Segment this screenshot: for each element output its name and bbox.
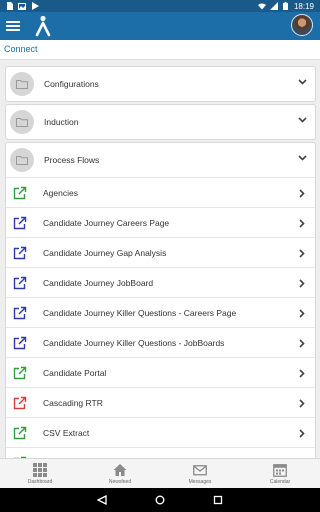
chevron-right-icon[interactable] [299,279,305,288]
main-content: Configurations Induction Process Flows A… [0,60,320,458]
envelope-icon [193,464,207,475]
process-flow-item[interactable]: Event Management [6,447,315,458]
section-title: Induction [44,117,79,127]
breadcrumb-connect-link[interactable]: Connect [4,44,38,54]
home-icon [113,463,127,476]
grid-icon [33,462,47,477]
user-avatar[interactable] [291,14,313,36]
folder-icon [10,110,34,134]
process-flow-label: Candidate Journey Gap Analysis [43,247,167,258]
external-link-icon [13,426,27,439]
nav-label: Newsfeed [108,478,132,485]
breadcrumb: Connect [0,40,320,60]
process-flow-item[interactable]: Candidate Journey Killer Questions - Job… [6,327,315,357]
chevron-right-icon[interactable] [299,219,305,228]
nav-label: Dashboard [27,478,53,485]
process-flow-item[interactable]: Candidate Portal [6,357,315,387]
nav-newsfeed[interactable]: Newsfeed [80,459,160,488]
folder-icon [10,148,34,172]
folder-icon [10,72,34,96]
system-navigation-bar [0,488,320,512]
chevron-right-icon[interactable] [299,309,305,318]
process-flow-label: Agencies [43,187,78,198]
process-flow-label: Candidate Journey JobBoard [43,277,154,288]
process-flow-label: Candidate Journey Killer Questions - Car… [43,307,237,318]
process-flow-label: Candidate Portal [43,367,107,378]
chevron-right-icon[interactable] [299,249,305,258]
section-title: Configurations [44,79,99,89]
bottom-navigation: Dashboard Newsfeed Messages Calendar [0,458,320,488]
app-bar [0,12,320,40]
person-logo-icon[interactable] [34,15,52,37]
external-link-icon [13,186,27,199]
process-flow-label: CSV Extract [43,427,90,438]
chevron-down-icon[interactable] [298,117,307,123]
chevron-down-icon[interactable] [298,155,307,161]
process-flow-list: Agencies Candidate Journey Careers Page Ca… [6,177,315,458]
chevron-down-icon[interactable] [298,79,307,85]
nav-dashboard[interactable]: Dashboard [0,459,80,488]
process-flow-label: Candidate Journey Killer Questions - Job… [43,337,225,348]
chevron-right-icon[interactable] [299,369,305,378]
nav-label: Messages [188,478,212,485]
process-flow-item[interactable]: Cascading RTR [6,387,315,417]
signal-icon [269,2,278,10]
section-title: Process Flows [44,155,100,165]
sim-card-icon [5,2,13,10]
external-link-icon [13,366,27,379]
process-flow-item[interactable]: Agencies [6,177,315,207]
external-link-icon [13,306,27,319]
external-link-icon [13,396,27,409]
recents-icon[interactable] [213,495,223,505]
status-time: 18:19 [293,1,314,11]
section-header[interactable]: Process Flows [6,143,315,177]
process-flow-item[interactable]: Candidate Journey Killer Questions - Car… [6,297,315,327]
image-icon [18,2,26,10]
status-bar: 18:19 [0,0,320,12]
external-link-icon [13,276,27,289]
play-store-icon [31,2,39,10]
process-flow-item[interactable]: CSV Extract [6,417,315,447]
battery-icon [282,2,290,10]
chevron-right-icon[interactable] [299,399,305,408]
back-icon[interactable] [97,495,107,505]
section-configurations: Configurations [5,66,316,102]
external-link-icon [13,336,27,349]
hamburger-menu-icon[interactable] [6,21,20,31]
external-link-icon [13,216,27,229]
nav-calendar[interactable]: Calendar [240,459,320,488]
chevron-right-icon[interactable] [299,429,305,438]
external-link-icon [13,246,27,259]
section-induction: Induction [5,104,316,140]
process-flow-label: Candidate Journey Careers Page [43,217,170,228]
nav-messages[interactable]: Messages [160,459,240,488]
wifi-icon [257,2,266,10]
section-process-flows: Process Flows Agencies Candidate Journey … [5,142,316,458]
process-flow-item[interactable]: Candidate Journey Careers Page [6,207,315,237]
chevron-right-icon[interactable] [299,339,305,348]
process-flow-item[interactable]: Candidate Journey JobBoard [6,267,315,297]
section-header[interactable]: Induction [6,105,315,139]
process-flow-label: Cascading RTR [43,397,103,408]
process-flow-item[interactable]: Candidate Journey Gap Analysis [6,237,315,267]
section-header[interactable]: Configurations [6,67,315,101]
calendar-icon [273,463,287,477]
nav-label: Calendar [269,478,291,485]
home-circle-icon[interactable] [155,495,165,505]
chevron-right-icon[interactable] [299,189,305,198]
